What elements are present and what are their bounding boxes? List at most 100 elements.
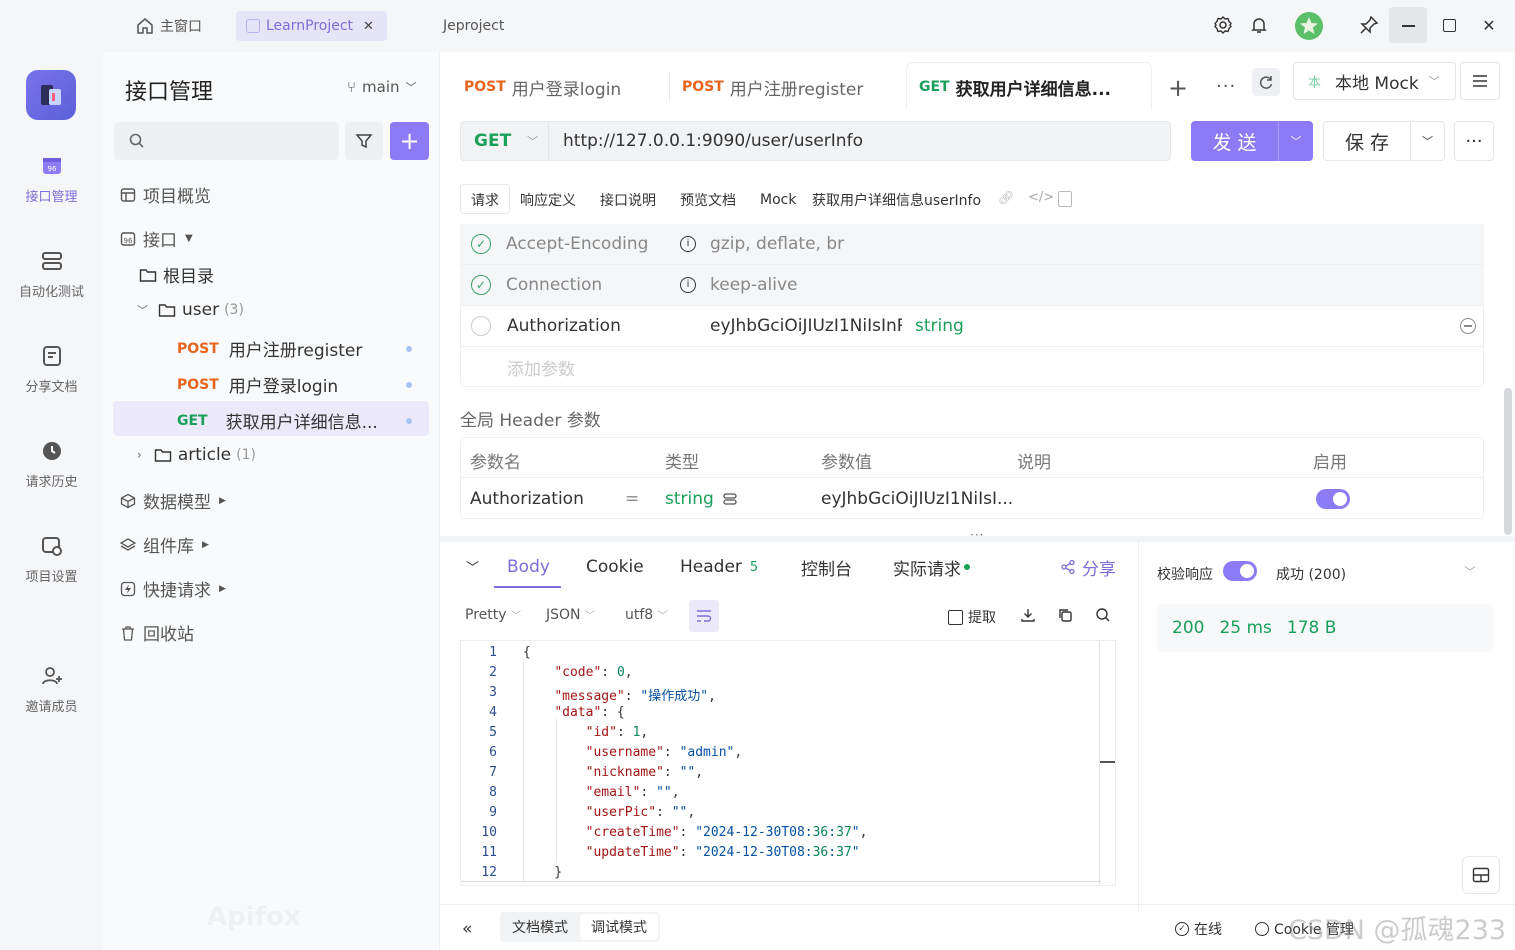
response-tab-header[interactable]: Header 5 bbox=[680, 546, 758, 588]
url-input[interactable]: http://127.0.0.1:9090/user/userInfo bbox=[563, 131, 863, 151]
global-param-value: eyJhbGciOiJIUzI1NiIsI... bbox=[821, 489, 1014, 509]
maximize-button[interactable] bbox=[1438, 14, 1460, 36]
tree-item-post-login[interactable]: POST 用户登录login bbox=[177, 372, 338, 398]
filter-button[interactable] bbox=[345, 122, 383, 160]
window-close-button[interactable]: ✕ bbox=[1478, 14, 1500, 36]
bell-icon[interactable] bbox=[1248, 14, 1270, 36]
save-button[interactable]: 保 存 bbox=[1324, 122, 1410, 160]
subtab-mock[interactable]: Mock bbox=[760, 186, 796, 214]
copy-icon[interactable] bbox=[1057, 607, 1073, 623]
code-icon[interactable]: </> bbox=[1028, 190, 1054, 205]
scrollbar[interactable] bbox=[1504, 388, 1512, 535]
csdn-watermark: CSDN @孤魂233 bbox=[1288, 915, 1507, 946]
panel-icon[interactable] bbox=[1058, 191, 1072, 207]
response-tab-actual-request[interactable]: 实际请求 bbox=[893, 546, 970, 588]
send-button[interactable]: 发 送 bbox=[1191, 121, 1278, 161]
code-scroll-thumb[interactable] bbox=[1100, 761, 1115, 763]
send-dropdown-button[interactable]: ﹀ bbox=[1278, 121, 1313, 161]
settings-icon[interactable] bbox=[1212, 14, 1234, 36]
rail-item-invite-members[interactable]: 邀请成员 bbox=[0, 662, 103, 715]
collapse-sidebar-button[interactable]: « bbox=[462, 912, 472, 946]
rail-item-automation-test[interactable]: 自动化测试 bbox=[0, 247, 103, 300]
close-icon[interactable]: ✕ bbox=[363, 19, 374, 34]
tree-item-quick-request[interactable]: 快捷请求 ▶ bbox=[119, 576, 226, 601]
environment-selector[interactable]: 本 本地 Mock ﹀ bbox=[1293, 62, 1456, 100]
pin-icon[interactable] bbox=[1358, 14, 1380, 36]
more-tabs-button[interactable]: ··· bbox=[1216, 76, 1236, 97]
tree-item-get-userinfo[interactable]: GET 获取用户详细信息... bbox=[177, 408, 378, 434]
json-select[interactable]: JSON ﹀ bbox=[546, 607, 595, 623]
tree-item-overview[interactable]: 项目概览 bbox=[119, 182, 211, 207]
share-button[interactable]: 分享 bbox=[1060, 546, 1116, 588]
debug-mode-button[interactable]: 调试模式 bbox=[580, 914, 658, 940]
checkbox-unchecked[interactable] bbox=[471, 316, 491, 336]
rail-label: 项目设置 bbox=[25, 570, 78, 585]
response-tab-body[interactable]: Body bbox=[507, 546, 550, 588]
minimize-button[interactable] bbox=[1389, 7, 1427, 43]
layout-toggle-button[interactable] bbox=[1462, 856, 1500, 894]
drag-handle-icon[interactable]: ··· bbox=[970, 528, 984, 542]
rail-item-api-management[interactable]: 96 接口管理 bbox=[0, 152, 103, 205]
subtab-request[interactable]: 请求 bbox=[471, 186, 499, 214]
new-tab-button[interactable]: + bbox=[1168, 74, 1188, 102]
add-param-row[interactable]: 添加参数 bbox=[460, 347, 1484, 388]
response-tab-cookie[interactable]: Cookie bbox=[586, 546, 644, 588]
tree-item-recycle-bin[interactable]: 回收站 bbox=[119, 620, 194, 645]
checkbox-checked[interactable]: ✓ bbox=[471, 234, 491, 254]
request-tab-register[interactable]: POST 用户注册register bbox=[682, 64, 863, 110]
search-icon[interactable] bbox=[1095, 607, 1111, 623]
tree-item-folder-article[interactable]: › article (1) bbox=[137, 445, 256, 465]
header-row: ✓ Connection i keep-alive bbox=[460, 265, 1484, 306]
rail-item-share-docs[interactable]: 分享文档 bbox=[0, 342, 103, 395]
enable-toggle[interactable] bbox=[1316, 489, 1350, 509]
chevron-down-icon[interactable]: ﹀ bbox=[1464, 563, 1476, 580]
header-value[interactable]: eyJhbGciOiJIUzI1NiIsInR5 bbox=[710, 316, 902, 336]
save-dropdown-button[interactable]: ﹀ bbox=[1410, 122, 1444, 160]
menu-button[interactable] bbox=[1460, 62, 1500, 100]
remove-icon[interactable] bbox=[1460, 318, 1476, 334]
rail-item-project-settings[interactable]: 项目设置 bbox=[0, 532, 103, 585]
validation-toggle[interactable] bbox=[1223, 561, 1257, 581]
tree-label: article bbox=[177, 445, 232, 465]
tree-item-apis[interactable]: 96 接口 ▼ bbox=[119, 226, 193, 251]
subtab-api-desc[interactable]: 接口说明 bbox=[600, 186, 656, 214]
online-status[interactable]: ✓ 在线 bbox=[1175, 912, 1222, 946]
checkbox-checked[interactable]: ✓ bbox=[471, 275, 491, 295]
window-tab-learnproject[interactable]: LearnProject ✕ bbox=[236, 11, 387, 41]
window-tab-jeproject[interactable]: Jeproject bbox=[443, 11, 504, 41]
refresh-button[interactable] bbox=[1252, 68, 1280, 96]
collapse-icon[interactable]: ﹀ bbox=[466, 557, 479, 576]
tree-item-root[interactable]: 根目录 bbox=[139, 262, 214, 287]
extract-button[interactable]: 提取 bbox=[948, 607, 996, 627]
tree-item-data-model[interactable]: 数据模型 ▶ bbox=[119, 488, 226, 513]
chevron-down-icon: ﹀ bbox=[510, 611, 521, 622]
link-variable-icon[interactable] bbox=[722, 491, 738, 507]
download-icon[interactable] bbox=[1020, 607, 1036, 623]
method-select[interactable]: GET ﹀ bbox=[461, 122, 549, 160]
pretty-select[interactable]: Pretty ﹀ bbox=[465, 607, 521, 623]
request-tab-login[interactable]: POST 用户登录login bbox=[464, 64, 621, 110]
tree-item-post-register[interactable]: POST 用户注册register bbox=[177, 336, 362, 362]
subtab-preview-doc[interactable]: 预览文档 bbox=[680, 186, 736, 214]
tree-item-components[interactable]: 组件库 ▶ bbox=[119, 532, 209, 557]
search-input[interactable] bbox=[114, 122, 339, 160]
wrap-button[interactable] bbox=[689, 600, 719, 632]
branch-selector[interactable]: ⑂ main ﹀ bbox=[347, 78, 417, 96]
response-tab-console[interactable]: 控制台 bbox=[801, 546, 852, 588]
subtab-response-def[interactable]: 响应定义 bbox=[520, 186, 576, 214]
tree-item-folder-user[interactable]: ﹀ user (3) bbox=[137, 300, 244, 320]
filter-icon bbox=[355, 132, 373, 150]
encoding-select[interactable]: utf8 ﹀ bbox=[625, 607, 668, 623]
more-actions-button[interactable]: ··· bbox=[1454, 121, 1494, 161]
response-body[interactable]: 1 {2 "code": 0, 3 "message": "操作成功", 4 "dat… bbox=[460, 640, 1116, 886]
avatar[interactable] bbox=[1294, 11, 1324, 41]
active-tab-underline bbox=[494, 586, 561, 588]
rail-item-history[interactable]: 请求历史 bbox=[0, 437, 103, 490]
link-icon[interactable]: 🔗︎ bbox=[998, 191, 1015, 206]
add-button[interactable]: + bbox=[390, 122, 429, 160]
doc-mode-button[interactable]: 文档模式 bbox=[502, 914, 578, 940]
caret-down-icon: ▼ bbox=[185, 233, 193, 244]
window-tab-main[interactable]: 主窗口 bbox=[136, 11, 202, 41]
project-logo[interactable] bbox=[26, 70, 76, 120]
request-tab-userinfo[interactable]: GET 获取用户详细信息... bbox=[919, 64, 1111, 110]
